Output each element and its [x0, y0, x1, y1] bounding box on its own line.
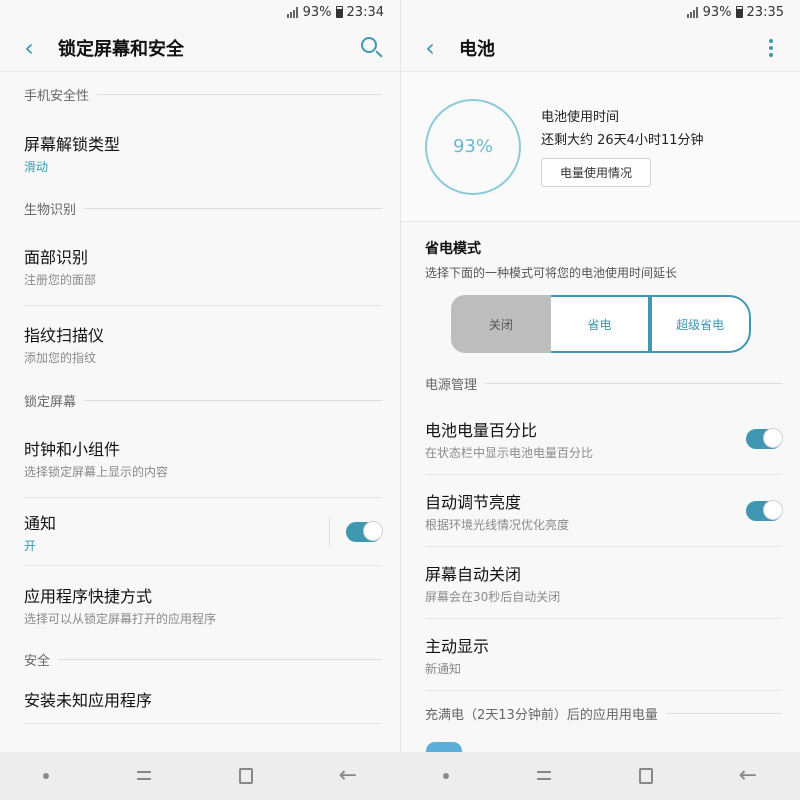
nav-back-icon[interactable]: ← [739, 765, 757, 787]
navigation-bar: ← [0, 752, 400, 800]
power-mode-selector: 关闭 省电 超级省电 [450, 295, 751, 353]
clock: 23:35 [746, 4, 784, 20]
battery-usage-button[interactable]: 电量使用情况 [541, 158, 652, 187]
battery-percent: 93% [702, 4, 732, 20]
more-icon[interactable] [756, 38, 786, 57]
back-icon[interactable]: ‹ [415, 33, 445, 63]
list-item-battery-percentage[interactable]: 电池电量百分比 在状态栏中显示电池电量百分比 [425, 403, 783, 475]
section-header: 锁定屏幕 [0, 382, 400, 418]
list-item-screen-lock-type[interactable]: 屏幕解锁类型 滑动 [24, 116, 382, 190]
page-title: 锁定屏幕和安全 [58, 38, 184, 60]
power-saving-section: 省电模式 选择下面的一种模式可将您的电池使用时间延长 关闭 省电 超级省电 [401, 222, 800, 363]
divider [329, 517, 330, 546]
battery-ring: 93% [425, 98, 521, 195]
app-bar: ‹ 电池 [401, 24, 800, 72]
clock: 23:34 [346, 4, 384, 20]
list-item-app-shortcuts[interactable]: 应用程序快捷方式 选择可以从锁定屏幕打开的应用程序 [24, 566, 382, 644]
signal-icon [286, 6, 299, 18]
recent-apps-icon[interactable] [135, 769, 153, 783]
nav-dot-icon[interactable] [442, 773, 449, 779]
notifications-toggle[interactable] [346, 520, 383, 542]
list-item-always-on-display[interactable]: 主动显示 新通知 [425, 619, 782, 691]
usage-label: 电池使用时间 [541, 110, 620, 125]
battery-panel: 93% 23:35 ‹ 电池 93% 电池使用时间 还剩大约 26天4小时11分… [400, 0, 800, 752]
nav-dot-icon[interactable] [42, 773, 49, 779]
page-title: 电池 [459, 38, 495, 60]
battery-percentage-toggle[interactable] [746, 427, 783, 449]
app-bar: ‹ 锁定屏幕和安全 [0, 24, 400, 72]
power-mode-title: 省电模式 [425, 241, 481, 257]
battery-percent: 93% [302, 4, 332, 20]
home-icon[interactable] [638, 768, 653, 784]
section-header: 充满电（2天13分钟前）后的应用用电量 [401, 691, 800, 735]
section-header: 手机安全性 [0, 72, 400, 116]
status-bar: 93% 23:34 [0, 0, 400, 24]
search-icon[interactable] [356, 33, 386, 63]
battery-summary-card: 93% 电池使用时间 还剩大约 26天4小时11分钟 电量使用情况 [401, 72, 800, 222]
power-mode-desc: 选择下面的一种模式可将您的电池使用时间延长 [425, 266, 678, 280]
list-item-screen-timeout[interactable]: 屏幕自动关闭 屏幕会在30秒后自动关闭 [425, 547, 782, 619]
nav-back-icon[interactable]: ← [339, 765, 357, 787]
battery-icon [335, 6, 343, 18]
recent-apps-icon[interactable] [535, 769, 553, 783]
status-bar: 93% 23:35 [401, 0, 800, 24]
section-header: 电源管理 [401, 363, 800, 403]
section-header: 安全 [0, 644, 400, 674]
battery-icon [735, 6, 743, 18]
mode-power-saving-button[interactable]: 省电 [551, 295, 650, 353]
lock-screen-security-panel: 93% 23:34 ‹ 锁定屏幕和安全 手机安全性 屏幕解锁类型 滑动 生物识别 … [0, 0, 400, 752]
mode-off-button[interactable]: 关闭 [450, 295, 552, 353]
list-item-clock-widgets[interactable]: 时钟和小组件 选择锁定屏幕上显示的内容 [24, 418, 382, 498]
home-icon[interactable] [238, 768, 253, 784]
navigation-bar: ← [400, 752, 800, 800]
section-header: 生物识别 [0, 190, 400, 226]
signal-icon [686, 6, 699, 18]
list-item-face-recognition[interactable]: 面部识别 注册您的面部 [24, 226, 382, 306]
list-item-install-unknown-apps[interactable]: 安装未知应用程序 [24, 674, 382, 724]
remaining-time: 还剩大约 26天4小时11分钟 [541, 133, 704, 148]
back-icon[interactable]: ‹ [14, 33, 44, 63]
screen: 93% 23:34 ‹ 锁定屏幕和安全 手机安全性 屏幕解锁类型 滑动 生物识别 … [0, 0, 800, 800]
list-item-fingerprint[interactable]: 指纹扫描仪 添加您的指纹 [24, 306, 382, 382]
auto-brightness-toggle[interactable] [746, 499, 783, 521]
mode-ultra-power-saving-button[interactable]: 超级省电 [649, 295, 751, 353]
list-item-auto-brightness[interactable]: 自动调节亮度 根据环境光线情况优化亮度 [425, 475, 783, 547]
list-item-notifications[interactable]: 通知开 [24, 498, 383, 566]
